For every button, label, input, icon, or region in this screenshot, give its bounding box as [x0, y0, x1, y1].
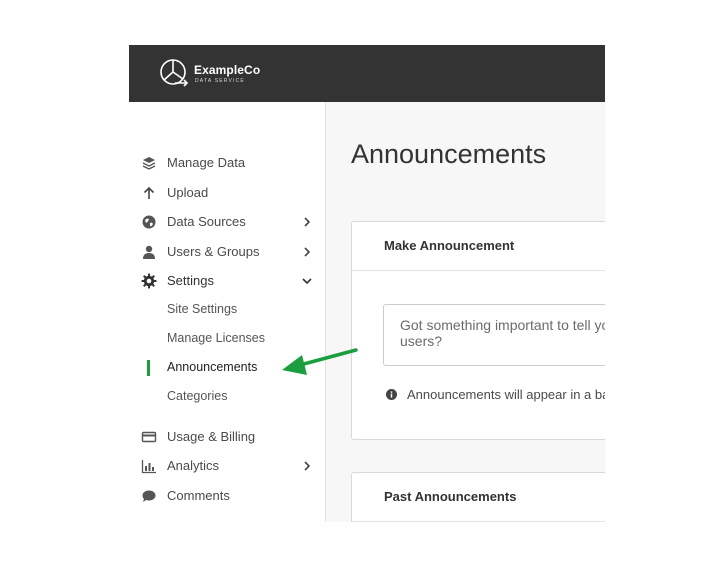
sidebar-subitem-label: Site Settings [167, 302, 238, 316]
card-header: Make Announcement [352, 222, 605, 271]
brand-subtitle: DATA SERVICE [195, 78, 245, 84]
sidebar-subitem-label: Announcements [167, 360, 258, 374]
chevron-right-icon[interactable] [301, 216, 313, 228]
past-announcements-card: Past Announcements [351, 472, 605, 522]
chevron-right-icon[interactable] [301, 246, 313, 258]
active-indicator [147, 360, 150, 376]
sidebar-item-manage-data[interactable]: Manage Data [129, 151, 325, 175]
sidebar-subitem-site-settings[interactable]: Site Settings [129, 299, 325, 321]
sidebar-item-label: Manage Data [167, 155, 246, 170]
card-title: Past Announcements [384, 489, 517, 504]
sidebar-subitem-categories[interactable]: Categories [129, 386, 325, 408]
app-window: ExampleCo DATA SERVICE Manage Data Uploa… [129, 45, 605, 522]
sidebar-item-label: Data Sources [167, 214, 246, 229]
card-header: Past Announcements [352, 473, 605, 522]
sidebar-subitem-announcements[interactable]: Announcements [129, 357, 325, 379]
comment-icon [141, 488, 157, 504]
gear-icon [141, 273, 157, 289]
sidebar-item-data-sources[interactable]: Data Sources [129, 210, 325, 234]
brand-name: ExampleCo [194, 63, 261, 77]
sidebar-item-settings[interactable]: Settings [129, 269, 325, 293]
sidebar: Manage Data Upload Data Sources Users & … [129, 102, 326, 522]
sidebar-item-label: Comments [167, 488, 230, 503]
info-text: Announcements will appear in a banner at… [407, 387, 605, 402]
announcement-input[interactable] [383, 304, 605, 366]
globe-icon [141, 214, 157, 230]
sidebar-item-comments[interactable]: Comments [129, 484, 325, 508]
top-bar: ExampleCo DATA SERVICE [129, 45, 605, 102]
main-content: Announcements Make Announcement Announce… [326, 102, 605, 522]
sidebar-item-label: Upload [167, 185, 209, 200]
sidebar-item-label: Analytics [167, 458, 220, 473]
arrow-up-icon [141, 185, 157, 201]
logo-icon[interactable] [159, 58, 189, 88]
sidebar-item-label: Users & Groups [167, 244, 260, 259]
card-title: Make Announcement [384, 238, 515, 253]
sidebar-item-upload[interactable]: Upload [129, 181, 325, 205]
credit-card-icon [141, 429, 157, 445]
sidebar-item-analytics[interactable]: Analytics [129, 454, 325, 478]
sidebar-item-users-groups[interactable]: Users & Groups [129, 240, 325, 264]
sidebar-subitem-label: Categories [167, 389, 228, 403]
make-announcement-card: Make Announcement Announcements will app… [351, 221, 605, 440]
user-icon [141, 244, 157, 260]
sidebar-item-label: Usage & Billing [167, 429, 256, 444]
chevron-down-icon[interactable] [301, 275, 313, 287]
sidebar-subitem-label: Manage Licenses [167, 331, 265, 345]
layers-icon [141, 155, 157, 171]
page-title: Announcements [351, 139, 547, 169]
info-icon [386, 389, 397, 400]
sidebar-item-label: Settings [167, 273, 214, 288]
bar-chart-icon [141, 458, 157, 474]
chevron-right-icon[interactable] [301, 460, 313, 472]
sidebar-subitem-manage-licenses[interactable]: Manage Licenses [129, 328, 325, 350]
sidebar-item-usage-billing[interactable]: Usage & Billing [129, 425, 325, 449]
